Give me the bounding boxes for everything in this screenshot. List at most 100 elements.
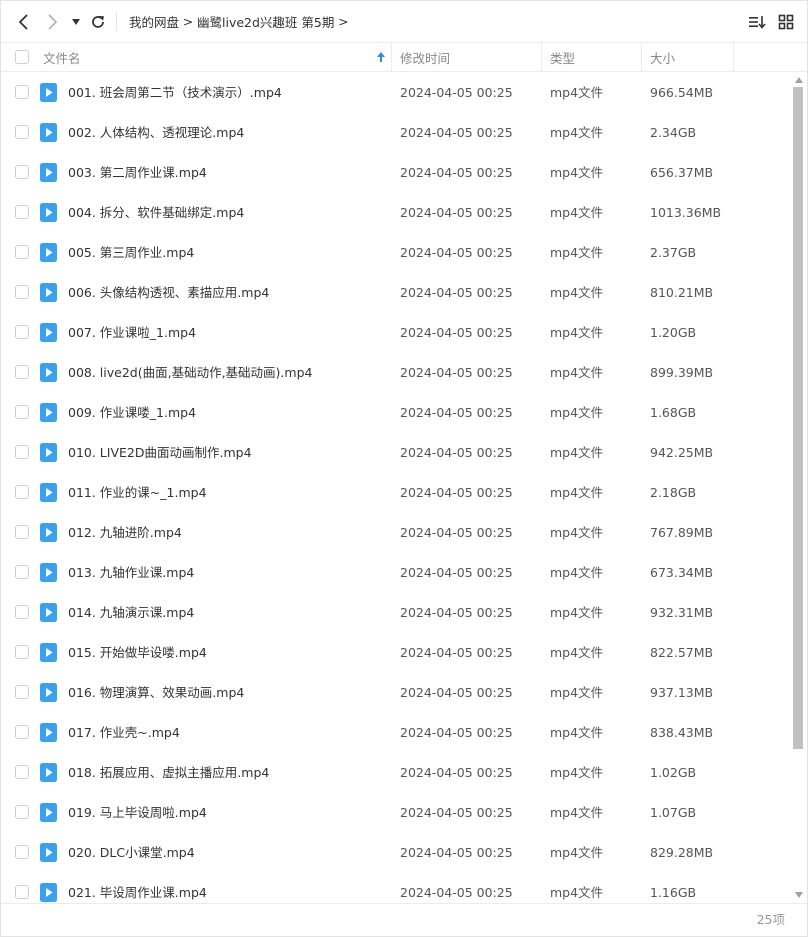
column-type[interactable]: 类型 bbox=[541, 43, 641, 71]
file-modified-time: 2024-04-05 00:25 bbox=[400, 85, 513, 100]
grid-view-button[interactable] bbox=[776, 12, 796, 32]
row-checkbox[interactable] bbox=[15, 485, 29, 499]
scroll-up-arrow-icon[interactable] bbox=[795, 77, 803, 83]
file-row[interactable]: 015. 开始做毕设喽.mp4 2024-04-05 00:25 mp4文件 822.… bbox=[1, 633, 791, 673]
file-type: mp4文件 bbox=[550, 485, 604, 500]
file-type: mp4文件 bbox=[550, 645, 604, 660]
breadcrumb-separator: > bbox=[338, 14, 349, 29]
file-row[interactable]: 001. 班会周第二节（技术演示）.mp4 2024-04-05 00:25 mp4… bbox=[1, 73, 791, 113]
row-checkbox[interactable] bbox=[15, 365, 29, 379]
file-row[interactable]: 014. 九轴演示课.mp4 2024-04-05 00:25 mp4文件 932.3… bbox=[1, 593, 791, 633]
sort-ascending-icon bbox=[377, 52, 385, 62]
row-checkbox[interactable] bbox=[15, 645, 29, 659]
breadcrumb: 我的网盘 > 幽鹭live2d兴趣班 第5期 > bbox=[129, 1, 352, 42]
video-file-icon bbox=[40, 483, 57, 502]
row-checkbox[interactable] bbox=[15, 845, 29, 859]
file-name: 012. 九轴进阶.mp4 bbox=[68, 525, 182, 540]
file-row[interactable]: 019. 马上毕设周啦.mp4 2024-04-05 00:25 mp4文件 1.07… bbox=[1, 793, 791, 833]
file-modified-time: 2024-04-05 00:25 bbox=[400, 485, 513, 500]
file-type: mp4文件 bbox=[550, 85, 604, 100]
column-name-label: 文件名 bbox=[43, 50, 81, 66]
file-size: 838.43MB bbox=[650, 725, 714, 740]
back-button[interactable] bbox=[13, 11, 33, 33]
row-checkbox[interactable] bbox=[15, 565, 29, 579]
sort-list-icon bbox=[749, 16, 766, 29]
sort-button[interactable] bbox=[747, 12, 767, 32]
row-checkbox[interactable] bbox=[15, 85, 29, 99]
refresh-button[interactable] bbox=[88, 12, 108, 32]
file-row[interactable]: 003. 第二周作业课.mp4 2024-04-05 00:25 mp4文件 656.… bbox=[1, 153, 791, 193]
row-checkbox[interactable] bbox=[15, 765, 29, 779]
file-name: 021. 毕设周作业课.mp4 bbox=[68, 885, 207, 900]
file-modified-time: 2024-04-05 00:25 bbox=[400, 445, 513, 460]
file-row[interactable]: 005. 第三周作业.mp4 2024-04-05 00:25 mp4文件 2.37G… bbox=[1, 233, 791, 273]
row-checkbox[interactable] bbox=[15, 445, 29, 459]
file-name: 003. 第二周作业课.mp4 bbox=[68, 165, 207, 180]
file-type: mp4文件 bbox=[550, 765, 604, 780]
file-size: 2.34GB bbox=[650, 125, 697, 140]
file-modified-time: 2024-04-05 00:25 bbox=[400, 725, 513, 740]
file-row[interactable]: 009. 作业课喽_1.mp4 2024-04-05 00:25 mp4文件 1.68… bbox=[1, 393, 791, 433]
file-row[interactable]: 010. LIVE2D曲面动画制作.mp4 2024-04-05 00:25 mp4… bbox=[1, 433, 791, 473]
file-size: 1.16GB bbox=[650, 885, 697, 900]
row-checkbox[interactable] bbox=[15, 685, 29, 699]
file-row[interactable]: 011. 作业的课~_1.mp4 2024-04-05 00:25 mp4文件 2.1… bbox=[1, 473, 791, 513]
row-checkbox[interactable] bbox=[15, 605, 29, 619]
file-name: 010. LIVE2D曲面动画制作.mp4 bbox=[68, 445, 252, 460]
video-file-icon bbox=[40, 403, 57, 422]
file-type: mp4文件 bbox=[550, 565, 604, 580]
column-name[interactable]: 文件名 bbox=[43, 43, 391, 71]
row-checkbox[interactable] bbox=[15, 885, 29, 899]
row-checkbox[interactable] bbox=[15, 285, 29, 299]
row-checkbox[interactable] bbox=[15, 525, 29, 539]
column-modified[interactable]: 修改时间 bbox=[391, 43, 541, 71]
file-modified-time: 2024-04-05 00:25 bbox=[400, 325, 513, 340]
file-row[interactable]: 016. 物理演算、效果动画.mp4 2024-04-05 00:25 mp4文件 9… bbox=[1, 673, 791, 713]
breadcrumb-root[interactable]: 我的网盘 bbox=[129, 12, 179, 31]
toolbar: 我的网盘 > 幽鹭live2d兴趣班 第5期 > bbox=[1, 1, 807, 42]
history-dropdown-button[interactable] bbox=[69, 15, 83, 29]
file-modified-time: 2024-04-05 00:25 bbox=[400, 645, 513, 660]
file-modified-time: 2024-04-05 00:25 bbox=[400, 205, 513, 220]
vertical-scrollbar[interactable] bbox=[791, 73, 807, 903]
file-row[interactable]: 020. DLC小课堂.mp4 2024-04-05 00:25 mp4文件 829.… bbox=[1, 833, 791, 873]
file-name: 009. 作业课喽_1.mp4 bbox=[68, 405, 197, 420]
file-row[interactable]: 018. 拓展应用、虚拟主播应用.mp4 2024-04-05 00:25 mp4文… bbox=[1, 753, 791, 793]
file-row[interactable]: 021. 毕设周作业课.mp4 2024-04-05 00:25 mp4文件 1.16… bbox=[1, 873, 791, 903]
breadcrumb-current-folder[interactable]: 幽鹭live2d兴趣班 第5期 bbox=[197, 12, 334, 31]
select-all-checkbox[interactable] bbox=[15, 50, 29, 64]
status-bar: 25项 bbox=[1, 903, 807, 936]
file-name: 007. 作业课啦_1.mp4 bbox=[68, 325, 197, 340]
row-checkbox[interactable] bbox=[15, 165, 29, 179]
file-size: 767.89MB bbox=[650, 525, 714, 540]
file-size: 1013.36MB bbox=[650, 205, 722, 220]
file-row[interactable]: 008. live2d(曲面,基础动作,基础动画).mp4 2024-04-05 … bbox=[1, 353, 791, 393]
file-row[interactable]: 017. 作业壳~.mp4 2024-04-05 00:25 mp4文件 838.43… bbox=[1, 713, 791, 753]
file-size: 2.18GB bbox=[650, 485, 697, 500]
file-name: 015. 开始做毕设喽.mp4 bbox=[68, 645, 207, 660]
forward-button[interactable] bbox=[43, 11, 63, 33]
row-checkbox[interactable] bbox=[15, 725, 29, 739]
file-row[interactable]: 007. 作业课啦_1.mp4 2024-04-05 00:25 mp4文件 1.20… bbox=[1, 313, 791, 353]
file-type: mp4文件 bbox=[550, 525, 604, 540]
grid-view-icon bbox=[778, 14, 794, 30]
file-size: 937.13MB bbox=[650, 685, 714, 700]
file-row[interactable]: 002. 人体结构、透视理论.mp4 2024-04-05 00:25 mp4文件 2… bbox=[1, 113, 791, 153]
file-modified-time: 2024-04-05 00:25 bbox=[400, 805, 513, 820]
file-row[interactable]: 013. 九轴作业课.mp4 2024-04-05 00:25 mp4文件 673.3… bbox=[1, 553, 791, 593]
row-checkbox[interactable] bbox=[15, 325, 29, 339]
file-row[interactable]: 012. 九轴进阶.mp4 2024-04-05 00:25 mp4文件 767.89… bbox=[1, 513, 791, 553]
row-checkbox[interactable] bbox=[15, 805, 29, 819]
scroll-down-arrow-icon[interactable] bbox=[795, 892, 803, 898]
row-checkbox[interactable] bbox=[15, 405, 29, 419]
file-row[interactable]: 004. 拆分、软件基础绑定.mp4 2024-04-05 00:25 mp4文件 1… bbox=[1, 193, 791, 233]
scrollbar-thumb[interactable] bbox=[793, 87, 803, 749]
item-count: 25项 bbox=[756, 912, 785, 927]
file-type: mp4文件 bbox=[550, 885, 604, 900]
toolbar-divider bbox=[116, 12, 117, 31]
row-checkbox[interactable] bbox=[15, 245, 29, 259]
row-checkbox[interactable] bbox=[15, 125, 29, 139]
row-checkbox[interactable] bbox=[15, 205, 29, 219]
file-row[interactable]: 006. 头像结构透视、素描应用.mp4 2024-04-05 00:25 mp4文… bbox=[1, 273, 791, 313]
column-size[interactable]: 大小 bbox=[641, 43, 733, 71]
